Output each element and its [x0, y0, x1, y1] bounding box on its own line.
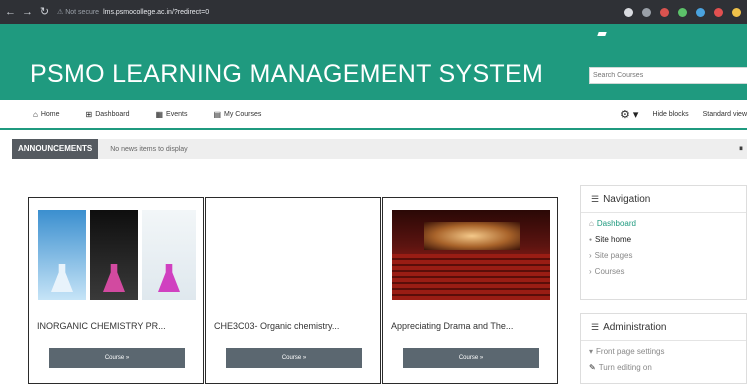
navigation-block: ☰ Navigation ⌂ Dashboard ● Site home › S…: [580, 185, 747, 300]
gear-icon[interactable]: ⚙ ▾: [620, 108, 638, 121]
announcements-text: No news items to display: [110, 145, 188, 153]
extension-icon[interactable]: [642, 7, 651, 17]
nav-my-courses[interactable]: ▤ My Courses: [213, 110, 261, 119]
back-icon[interactable]: ←: [4, 6, 17, 19]
nav-events[interactable]: ▦ Events: [155, 110, 187, 119]
extension-icons: [624, 7, 747, 17]
admin-link-label: Turn editing on: [598, 363, 652, 372]
administration-block-header: ☰ Administration: [591, 322, 666, 333]
security-indicator[interactable]: ⚠ Not secure: [57, 8, 99, 16]
course-card: Appreciating Drama and The... Course »: [382, 197, 558, 384]
pause-icon[interactable]: ⏸: [739, 144, 743, 154]
briefcase-icon: ▤: [213, 109, 222, 119]
forward-icon[interactable]: →: [21, 6, 34, 19]
divider: [581, 340, 746, 341]
nav-link-dashboard[interactable]: ⌂ Dashboard: [589, 216, 636, 232]
nav-dashboard-label: Dashboard: [95, 110, 130, 118]
course-title[interactable]: INORGANIC CHEMISTRY PR...: [37, 321, 199, 331]
announcements-label: ANNOUNCEMENTS: [12, 139, 99, 159]
chevron-down-icon: ▾: [589, 347, 594, 356]
nav-events-label: Events: [166, 110, 188, 118]
hide-blocks-button[interactable]: Hide blocks: [652, 111, 688, 118]
extension-icon[interactable]: [696, 7, 705, 17]
navigation-list: ⌂ Dashboard ● Site home › Site pages › C…: [589, 216, 636, 280]
chevron-right-icon: ›: [589, 267, 592, 276]
administration-list: ▾ Front page settings ✎ Turn editing on: [589, 344, 665, 376]
extension-icon[interactable]: [624, 7, 633, 17]
calendar-icon: ▦: [155, 109, 164, 119]
extension-icon[interactable]: [678, 7, 687, 17]
extension-icon[interactable]: [660, 7, 669, 17]
course-image-theatre[interactable]: [392, 210, 550, 300]
admin-front-page-settings[interactable]: ▾ Front page settings: [589, 344, 665, 360]
divider: [581, 212, 746, 213]
search-courses-input[interactable]: [589, 67, 747, 84]
bullet-icon: ●: [589, 237, 593, 243]
navbar-right-tools: ⚙ ▾ Hide blocks Standard view: [620, 100, 747, 128]
nav-my-courses-label: My Courses: [224, 110, 262, 118]
flag-icon: [597, 32, 607, 36]
seat-rows: [392, 254, 550, 300]
course-button[interactable]: Course »: [226, 348, 362, 368]
course-button[interactable]: Course »: [403, 348, 539, 368]
site-header: PSMO LEARNING MANAGEMENT SYSTEM: [0, 24, 747, 100]
nav-link-courses[interactable]: › Courses: [589, 264, 636, 280]
site-title[interactable]: PSMO LEARNING MANAGEMENT SYSTEM: [30, 60, 543, 89]
nav-home-label: Home: [40, 110, 60, 118]
admin-turn-editing-on[interactable]: ✎ Turn editing on: [589, 360, 665, 376]
administration-block: ☰ Administration ▾ Front page settings ✎…: [580, 313, 747, 384]
stage-shape: [424, 222, 520, 250]
extension-icon[interactable]: [714, 7, 723, 17]
address-bar[interactable]: ⚠ Not secure lms.psmocollege.ac.in/?redi…: [57, 4, 527, 20]
home-icon: ⌂: [33, 109, 38, 119]
admin-link-label: Front page settings: [596, 347, 665, 356]
administration-block-title: Administration: [603, 322, 667, 333]
nav-link-label: Site home: [595, 235, 632, 244]
main-navbar: ⌂ Home ⊞ Dashboard ▦ Events ▤ My Courses…: [0, 100, 747, 130]
menu-icon: ☰: [591, 322, 600, 332]
course-title[interactable]: Appreciating Drama and The...: [391, 321, 553, 331]
url-text: lms.psmocollege.ac.in/?redirect=0: [103, 8, 210, 16]
course-button[interactable]: Course »: [49, 348, 185, 368]
dashboard-icon: ⌂: [589, 219, 594, 228]
nav-link-site-home[interactable]: ● Site home: [589, 232, 636, 248]
course-image-chemistry[interactable]: [38, 210, 196, 300]
course-title[interactable]: CHE3C03- Organic chemistry...: [214, 321, 376, 331]
announcements-bar: ANNOUNCEMENTS No news items to display ⏸: [12, 139, 747, 159]
nav-link-label: Site pages: [594, 251, 633, 260]
reload-icon[interactable]: ↻: [38, 6, 51, 19]
nav-link-label: Dashboard: [596, 219, 636, 228]
course-card: CHE3C03- Organic chemistry... Course »: [205, 197, 381, 384]
chevron-right-icon: ›: [589, 251, 592, 260]
profile-avatar[interactable]: [732, 7, 741, 17]
browser-toolbar: ← → ↻ ⚠ Not secure lms.psmocollege.ac.in…: [0, 0, 747, 24]
pencil-icon: ✎: [589, 363, 596, 372]
navigation-block-header: ☰ Navigation: [591, 194, 650, 205]
navigation-block-title: Navigation: [603, 194, 651, 205]
course-card: INORGANIC CHEMISTRY PR... Course »: [28, 197, 204, 384]
standard-view-button[interactable]: Standard view: [703, 111, 747, 118]
nav-link-site-pages[interactable]: › Site pages: [589, 248, 636, 264]
nav-dashboard[interactable]: ⊞ Dashboard: [86, 110, 130, 119]
nav-link-label: Courses: [594, 267, 625, 276]
dashboard-icon: ⊞: [85, 109, 93, 119]
nav-home[interactable]: ⌂ Home: [33, 110, 60, 119]
menu-icon: ☰: [591, 194, 600, 204]
